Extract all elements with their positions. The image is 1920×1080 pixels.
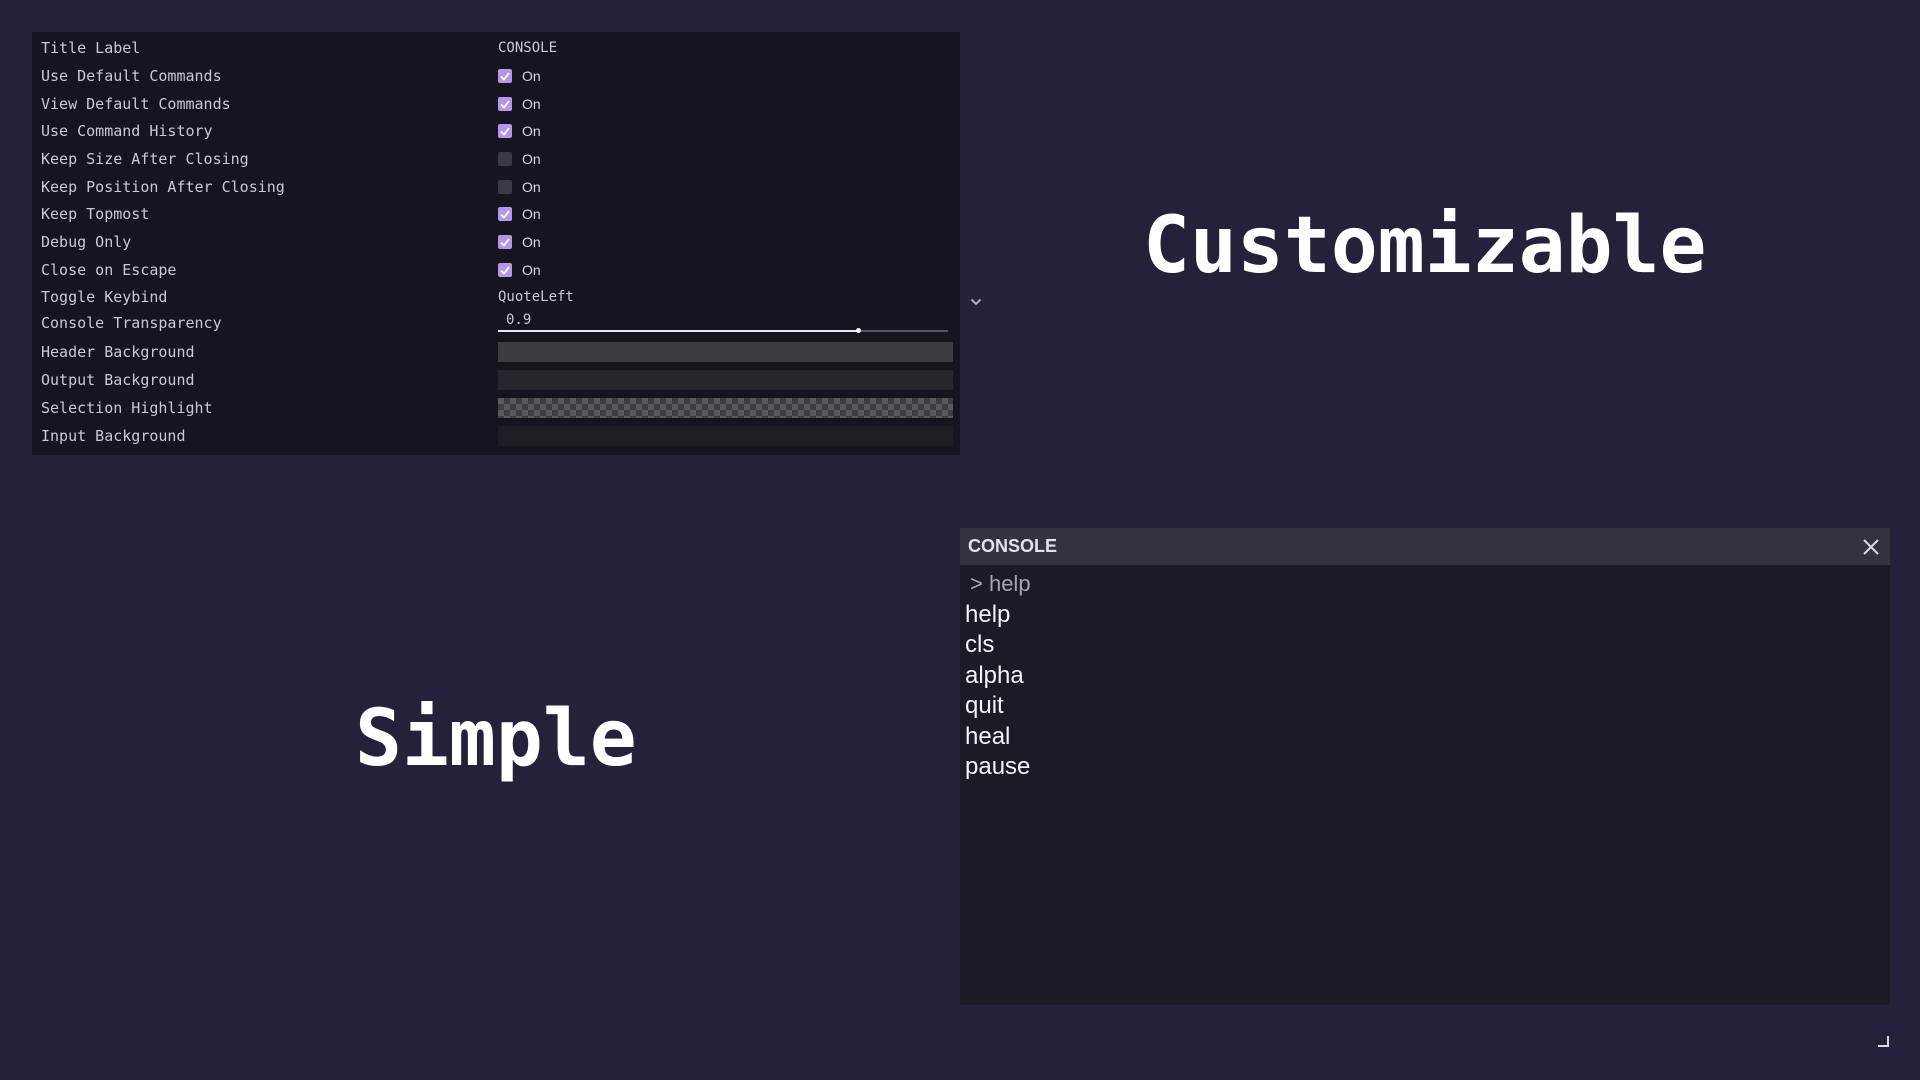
checkbox-label[interactable]: On	[522, 179, 541, 195]
console-output-line: cls	[965, 631, 995, 658]
slider-fill	[498, 330, 858, 332]
property-label: Title Label	[41, 39, 141, 57]
simple-caption: Simple	[355, 694, 637, 784]
checkbox-checked[interactable]	[498, 263, 512, 277]
title-label-value[interactable]: CONSOLE	[498, 40, 557, 56]
inspector-row: Use Default Commands On	[32, 62, 960, 89]
toggle-keybind-dropdown[interactable]: QuoteLeft	[498, 283, 984, 310]
property-label: Use Default Commands	[41, 67, 222, 85]
inspector-row: View Default Commands On	[32, 90, 960, 117]
resize-handle-icon[interactable]	[1876, 1033, 1890, 1047]
inspector-row: Output Background	[32, 366, 960, 393]
console-title: CONSOLE	[968, 536, 1058, 556]
property-label: Keep Size After Closing	[41, 150, 249, 168]
color-swatch[interactable]	[498, 342, 953, 362]
console-output: > help help cls alpha quit heal pause	[965, 569, 1865, 1017]
checkbox-label[interactable]: On	[522, 262, 541, 278]
console-input[interactable]	[960, 1005, 1890, 1048]
inspector-row: Close on Escape On	[32, 256, 960, 283]
checkmark-icon	[500, 127, 510, 136]
checkbox-label[interactable]: On	[522, 234, 541, 250]
checkbox-label[interactable]: On	[522, 151, 541, 167]
inspector-row: Toggle Keybind QuoteLeft	[32, 283, 982, 310]
color-swatch[interactable]	[498, 398, 953, 418]
close-icon[interactable]	[1862, 538, 1880, 556]
checkbox-checked[interactable]	[498, 69, 512, 83]
property-label: Selection Highlight	[41, 399, 213, 417]
app-root: Title Label CONSOLE Use Default Commands On…	[0, 0, 1920, 1080]
console-output-line: help	[965, 600, 1011, 628]
checkmark-icon	[500, 238, 510, 247]
console-header[interactable]: CONSOLE	[960, 528, 1890, 565]
property-label: Keep Position After Closing	[41, 178, 285, 196]
inspector-row: Console Transparency 0.9	[32, 309, 960, 336]
console-output-line: alpha	[965, 661, 1024, 689]
checkbox-label[interactable]: On	[522, 206, 541, 222]
property-label: View Default Commands	[41, 95, 231, 113]
property-label: Header Background	[41, 343, 195, 361]
property-label: Keep Topmost	[41, 205, 150, 223]
inspector-row: Selection Highlight	[32, 394, 960, 421]
console-output-line: quit	[965, 692, 1004, 719]
checkmark-icon	[500, 266, 510, 275]
checkbox-checked[interactable]	[498, 97, 512, 111]
inspector-row: Keep Size After Closing On	[32, 145, 960, 172]
property-label: Close on Escape	[41, 261, 177, 279]
checkmark-icon	[500, 72, 510, 81]
property-label: Output Background	[41, 371, 195, 389]
console-echo-line: > help	[970, 571, 1031, 596]
checkbox-unchecked[interactable]	[498, 180, 512, 194]
checkbox-checked[interactable]	[498, 235, 512, 249]
customizable-caption: Customizable	[1143, 201, 1707, 291]
checkbox-label[interactable]: On	[522, 96, 541, 112]
slider-value: 0.9	[506, 312, 532, 328]
property-label: Input Background	[41, 427, 186, 445]
property-label: Console Transparency	[41, 314, 222, 332]
console-output-line: pause	[965, 753, 1031, 780]
checkmark-icon	[500, 100, 510, 109]
inspector-row: Header Background	[32, 338, 960, 365]
inspector-row: Debug Only On	[32, 228, 960, 255]
dropdown-selected-value: QuoteLeft	[498, 289, 574, 305]
inspector-row: Title Label CONSOLE	[32, 34, 960, 61]
checkbox-unchecked[interactable]	[498, 152, 512, 166]
property-label: Use Command History	[41, 122, 213, 140]
checkmark-icon	[500, 210, 510, 219]
color-swatch[interactable]	[498, 370, 953, 390]
slider-track[interactable]	[498, 328, 948, 333]
transparency-slider[interactable]: 0.9	[498, 309, 950, 336]
console-window: CONSOLE > help help cls alpha quit heal …	[960, 528, 1890, 1048]
property-label: Toggle Keybind	[41, 288, 168, 306]
color-swatch[interactable]	[498, 426, 953, 446]
settings-inspector-panel: Title Label CONSOLE Use Default Commands On…	[32, 32, 982, 455]
slider-grabber[interactable]	[856, 328, 861, 333]
console-output-line: heal	[965, 722, 1011, 750]
checkbox-label[interactable]: On	[522, 68, 541, 84]
checkbox-label[interactable]: On	[522, 123, 541, 139]
inspector-row: Keep Position After Closing On	[32, 173, 960, 200]
property-label: Debug Only	[41, 233, 132, 251]
inspector-row: Keep Topmost On	[32, 200, 960, 227]
chevron-down-icon[interactable]	[970, 292, 982, 306]
checkbox-checked[interactable]	[498, 124, 512, 138]
inspector-row: Use Command History On	[32, 117, 960, 144]
inspector-row: Input Background	[32, 422, 960, 449]
checkbox-checked[interactable]	[498, 207, 512, 221]
